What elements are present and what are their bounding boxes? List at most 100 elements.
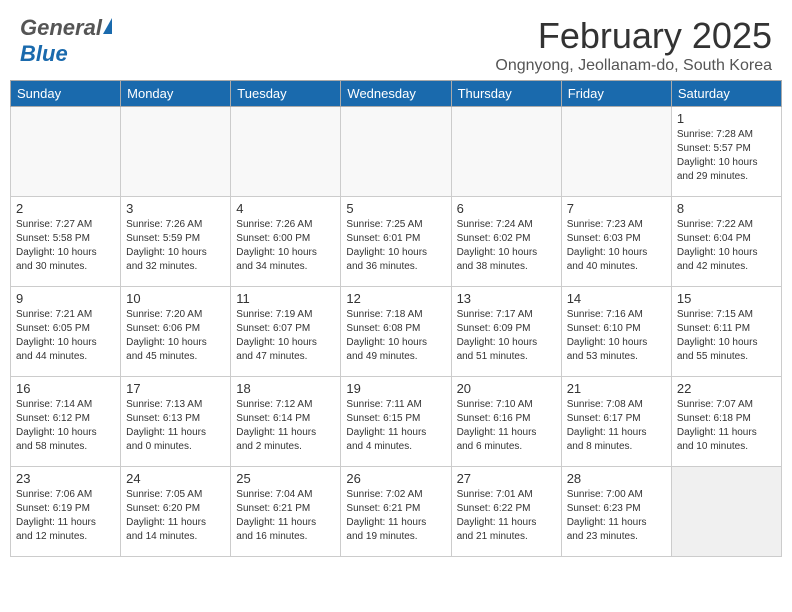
day-info: Sunrise: 7:28 AM Sunset: 5:57 PM Dayligh… [677,128,776,184]
day-number: 26 [346,471,445,486]
day-info: Sunrise: 7:12 AM Sunset: 6:14 PM Dayligh… [236,398,335,454]
day-info: Sunrise: 7:26 AM Sunset: 6:00 PM Dayligh… [236,218,335,274]
day-number: 7 [567,201,666,216]
day-number: 3 [126,201,225,216]
day-number: 1 [677,111,776,126]
calendar-header-row: Sunday Monday Tuesday Wednesday Thursday… [11,81,782,107]
table-row [11,107,121,197]
day-info: Sunrise: 7:24 AM Sunset: 6:02 PM Dayligh… [457,218,556,274]
day-number: 25 [236,471,335,486]
table-row: 22 Sunrise: 7:07 AM Sunset: 6:18 PM Dayli… [671,377,781,467]
day-info: Sunrise: 7:20 AM Sunset: 6:06 PM Dayligh… [126,308,225,364]
day-info: Sunrise: 7:02 AM Sunset: 6:21 PM Dayligh… [346,488,445,544]
day-number: 4 [236,201,335,216]
table-row: 12 Sunrise: 7:18 AM Sunset: 6:08 PM Dayli… [341,287,451,377]
logo: General Blue [20,15,112,67]
day-number: 6 [457,201,556,216]
table-row: 9Sunrise: 7:21 AM Sunset: 6:05 PM Daylig… [11,287,121,377]
table-row [341,107,451,197]
table-row [451,107,561,197]
table-row: 10 Sunrise: 7:20 AM Sunset: 6:06 PM Dayli… [121,287,231,377]
table-row: 23 Sunrise: 7:06 AM Sunset: 6:19 PM Dayli… [11,467,121,557]
day-info: Sunrise: 7:26 AM Sunset: 5:59 PM Dayligh… [126,218,225,274]
day-number: 11 [236,291,335,306]
title-section: February 2025 Ongnyong, Jeollanam-do, So… [495,15,772,75]
table-row: 3 Sunrise: 7:26 AM Sunset: 5:59 PM Daylig… [121,197,231,287]
table-row [561,107,671,197]
location: Ongnyong, Jeollanam-do, South Korea [495,57,772,75]
table-row: 15 Sunrise: 7:15 AM Sunset: 6:11 PM Dayli… [671,287,781,377]
table-row: 2 Sunrise: 7:27 AM Sunset: 5:58 PM Daylig… [11,197,121,287]
table-row: 14 Sunrise: 7:16 AM Sunset: 6:10 PM Dayli… [561,287,671,377]
day-number: 8 [677,201,776,216]
day-number: 16 [16,381,115,396]
col-monday: Monday [121,81,231,107]
table-row: 28 Sunrise: 7:00 AM Sunset: 6:23 PM Dayli… [561,467,671,557]
day-number: 12 [346,291,445,306]
day-info: Sunrise: 7:23 AM Sunset: 6:03 PM Dayligh… [567,218,666,274]
table-row: 21Sunrise: 7:08 AM Sunset: 6:17 PM Dayli… [561,377,671,467]
table-row: 11Sunrise: 7:19 AM Sunset: 6:07 PM Dayli… [231,287,341,377]
table-row: 19 Sunrise: 7:11 AM Sunset: 6:15 PM Dayli… [341,377,451,467]
calendar-week-2: 2 Sunrise: 7:27 AM Sunset: 5:58 PM Daylig… [11,197,782,287]
table-row: 16 Sunrise: 7:14 AM Sunset: 6:12 PM Dayli… [11,377,121,467]
month-title: February 2025 [495,15,772,57]
table-row [121,107,231,197]
day-info: Sunrise: 7:15 AM Sunset: 6:11 PM Dayligh… [677,308,776,364]
table-row: 27 Sunrise: 7:01 AM Sunset: 6:22 PM Dayli… [451,467,561,557]
day-info: Sunrise: 7:07 AM Sunset: 6:18 PM Dayligh… [677,398,776,454]
day-number: 20 [457,381,556,396]
day-info: Sunrise: 7:16 AM Sunset: 6:10 PM Dayligh… [567,308,666,364]
col-sunday: Sunday [11,81,121,107]
table-row [231,107,341,197]
day-number: 21 [567,381,666,396]
day-info: Sunrise: 7:11 AM Sunset: 6:15 PM Dayligh… [346,398,445,454]
table-row: 26 Sunrise: 7:02 AM Sunset: 6:21 PM Dayli… [341,467,451,557]
day-number: 14 [567,291,666,306]
calendar-week-3: 9Sunrise: 7:21 AM Sunset: 6:05 PM Daylig… [11,287,782,377]
day-number: 19 [346,381,445,396]
day-number: 17 [126,381,225,396]
table-row: 5 Sunrise: 7:25 AM Sunset: 6:01 PM Daylig… [341,197,451,287]
day-info: Sunrise: 7:18 AM Sunset: 6:08 PM Dayligh… [346,308,445,364]
day-number: 15 [677,291,776,306]
logo-icon [103,18,112,34]
table-row: 25 Sunrise: 7:04 AM Sunset: 6:21 PM Dayli… [231,467,341,557]
day-number: 18 [236,381,335,396]
day-number: 10 [126,291,225,306]
table-row: 17 Sunrise: 7:13 AM Sunset: 6:13 PM Dayli… [121,377,231,467]
calendar-week-5: 23 Sunrise: 7:06 AM Sunset: 6:19 PM Dayli… [11,467,782,557]
day-info: Sunrise: 7:27 AM Sunset: 5:58 PM Dayligh… [16,218,115,274]
day-info: Sunrise: 7:17 AM Sunset: 6:09 PM Dayligh… [457,308,556,364]
col-tuesday: Tuesday [231,81,341,107]
day-info: Sunrise: 7:10 AM Sunset: 6:16 PM Dayligh… [457,398,556,454]
page-header: General Blue February 2025 Ongnyong, Jeo… [0,0,792,80]
calendar-table: Sunday Monday Tuesday Wednesday Thursday… [10,80,782,557]
day-info: Sunrise: 7:06 AM Sunset: 6:19 PM Dayligh… [16,488,115,544]
day-info: Sunrise: 7:22 AM Sunset: 6:04 PM Dayligh… [677,218,776,274]
col-saturday: Saturday [671,81,781,107]
day-info: Sunrise: 7:21 AM Sunset: 6:05 PM Dayligh… [16,308,115,364]
day-info: Sunrise: 7:04 AM Sunset: 6:21 PM Dayligh… [236,488,335,544]
table-row: 1 Sunrise: 7:28 AM Sunset: 5:57 PM Daylig… [671,107,781,197]
day-number: 5 [346,201,445,216]
table-row: 8 Sunrise: 7:22 AM Sunset: 6:04 PM Daylig… [671,197,781,287]
day-number: 28 [567,471,666,486]
day-info: Sunrise: 7:01 AM Sunset: 6:22 PM Dayligh… [457,488,556,544]
table-row: 24 Sunrise: 7:05 AM Sunset: 6:20 PM Dayli… [121,467,231,557]
table-row: 18 Sunrise: 7:12 AM Sunset: 6:14 PM Dayli… [231,377,341,467]
day-number: 22 [677,381,776,396]
day-info: Sunrise: 7:00 AM Sunset: 6:23 PM Dayligh… [567,488,666,544]
day-number: 23 [16,471,115,486]
day-number: 2 [16,201,115,216]
day-info: Sunrise: 7:14 AM Sunset: 6:12 PM Dayligh… [16,398,115,454]
col-thursday: Thursday [451,81,561,107]
table-row: 4 Sunrise: 7:26 AM Sunset: 6:00 PM Daylig… [231,197,341,287]
day-number: 27 [457,471,556,486]
day-info: Sunrise: 7:25 AM Sunset: 6:01 PM Dayligh… [346,218,445,274]
table-row: 13Sunrise: 7:17 AM Sunset: 6:09 PM Dayli… [451,287,561,377]
col-friday: Friday [561,81,671,107]
day-number: 24 [126,471,225,486]
day-info: Sunrise: 7:05 AM Sunset: 6:20 PM Dayligh… [126,488,225,544]
day-info: Sunrise: 7:13 AM Sunset: 6:13 PM Dayligh… [126,398,225,454]
